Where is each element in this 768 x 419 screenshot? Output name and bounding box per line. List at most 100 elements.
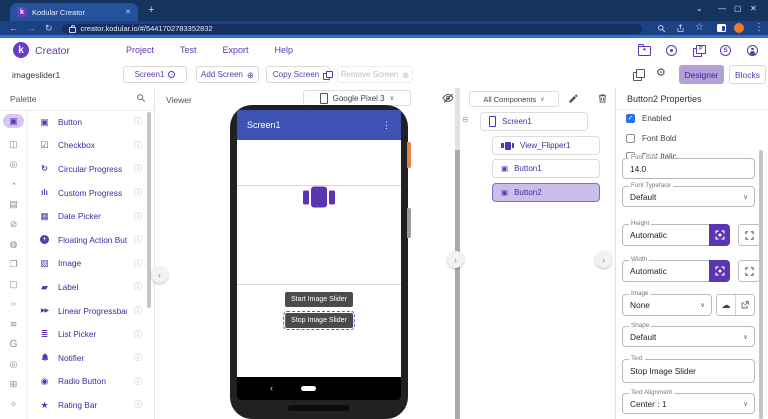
category-sensors-icon[interactable]: ⊘ [0,216,27,232]
device-selector[interactable]: Google Pixel 3 ∨ [303,90,411,106]
font-size-field[interactable]: Font Size 14.0 [622,154,755,179]
category-user-interface-icon[interactable]: ▣ [3,114,24,128]
palette-item-custom-progress[interactable]: ılı Custom Progress ⓘ [27,181,148,205]
expand-viewer-handle[interactable]: › [447,251,464,268]
screens-overview-icon[interactable] [633,69,645,81]
account-icon[interactable] [746,44,759,57]
new-tab-button[interactable]: + [148,4,154,16]
remove-screen-button[interactable]: Remove Screen ⊗ [337,66,413,83]
checkbox-unchecked-icon[interactable] [626,134,635,143]
info-icon[interactable]: ⓘ [134,211,142,222]
info-icon[interactable]: ⓘ [134,281,142,292]
browser-tab[interactable]: k Kodular Creator ✕ [10,3,138,21]
view-flipper-component[interactable] [303,186,335,208]
profile-avatar[interactable] [734,23,744,33]
tab-designer[interactable]: Designer [679,65,724,84]
info-icon[interactable]: ⓘ [134,234,142,245]
menu-test[interactable]: Test [180,45,197,55]
tree-item-button1[interactable]: ▣ Button1 [492,159,600,178]
info-icon[interactable]: ⓘ [134,305,142,316]
pages-icon[interactable]: P [692,44,706,57]
tab-blocks[interactable]: Blocks [729,65,766,84]
palette-item-list-picker[interactable]: ≣ List Picker ⓘ [27,322,148,346]
text-field[interactable]: Text Stop Image Slider [622,355,755,383]
window-minimize-button[interactable]: — [718,4,726,13]
category-social-icon[interactable]: ◍ [0,236,27,252]
open-image-button[interactable] [735,295,754,315]
window-close-button[interactable]: ✕ [750,4,757,13]
category-layout-icon[interactable]: ◫ [0,136,27,152]
height-field[interactable]: Height Automatic [622,220,730,246]
category-dynamic-icon[interactable]: ‹› [0,296,27,312]
tab-search-icon[interactable]: ⌄ [696,4,703,13]
palette-item-radio-button[interactable]: ◉ Radio Button ⓘ [27,370,148,394]
text-alignment-select[interactable]: Text Alignment Center : 1 ∨ [622,389,755,414]
height-expand-icon-button[interactable] [738,224,760,246]
menu-export[interactable]: Export [223,45,249,55]
category-experimental-icon[interactable]: ⊞ [0,376,27,392]
tree-collapse-icon[interactable]: ⊖ [462,115,469,124]
tab-close-icon[interactable]: ✕ [125,8,131,16]
phone-screen[interactable]: Screen1 ⋮ Start Image Slider Stop Image … [237,110,401,400]
community-icon[interactable] [665,44,678,57]
browser-forward-icon[interactable]: → [27,24,36,33]
menu-project[interactable]: Project [126,45,154,55]
info-icon[interactable]: ⓘ [134,187,142,198]
overflow-menu-icon[interactable]: ⋮ [382,120,391,131]
category-drawing-icon[interactable]: ◔ [0,176,27,192]
image-select[interactable]: Image None ∨ [622,290,712,316]
info-icon[interactable]: ⓘ [134,140,142,151]
enabled-checkbox[interactable]: ✓ Enabled [626,114,671,123]
tree-item-view-flipper1[interactable]: View_Flipper1 [492,136,600,155]
palette-scrollbar[interactable] [147,112,151,308]
font-typeface-select[interactable]: Font Typeface Default ∨ [622,182,755,207]
tree-item-screen1[interactable]: Screen1 [480,112,588,131]
category-extensions-icon[interactable]: ✧ [0,396,27,412]
stop-image-slider-button[interactable]: Stop Image Slider [282,310,356,331]
category-maps-icon[interactable]: ▤ [0,196,27,212]
browser-reload-icon[interactable]: ↻ [45,24,53,33]
palette-item-label[interactable]: ▰ Label ⓘ [27,275,148,299]
store-icon[interactable]: S [719,44,732,57]
info-icon[interactable]: ⓘ [134,116,142,127]
share-icon[interactable] [676,24,685,33]
tree-item-button2-selected[interactable]: ▣ Button2 [492,183,600,202]
width-expand-icon-button[interactable] [738,260,760,282]
browser-menu-icon[interactable]: ⋮ [754,23,764,33]
settings-gear-icon[interactable]: ⚙ [656,67,666,79]
info-icon[interactable]: ⓘ [134,329,142,340]
width-automatic-icon-button[interactable] [709,260,730,282]
collapse-palette-handle[interactable]: ‹ [151,266,168,283]
window-restore-button[interactable]: ▢ [734,4,742,13]
font-bold-checkbox[interactable]: Font Bold [626,134,676,143]
components-filter-dropdown[interactable]: All Components ∨ [469,91,559,107]
menu-help[interactable]: Help [275,45,294,55]
palette-item-rating-bar[interactable]: ★ Rating Bar ⓘ [27,393,148,417]
palette-item-floating-action-button[interactable]: + Floating Action Button ⓘ [27,228,148,252]
upload-image-button[interactable]: ☁ [717,295,735,315]
palette-item-notifier[interactable]: Notifier ⓘ [27,346,148,370]
palette-item-image[interactable]: ▧ Image ⓘ [27,252,148,276]
my-projects-icon[interactable]: ★ [637,43,651,57]
rename-pencil-icon[interactable] [568,93,579,104]
palette-item-date-picker[interactable]: ▦ Date Picker ⓘ [27,204,148,228]
kodular-logo[interactable]: k [13,42,29,58]
toggle-visibility-icon[interactable] [442,92,454,104]
side-panel-icon[interactable] [717,24,726,32]
start-image-slider-button[interactable]: Start Image Slider [284,292,354,307]
zoom-icon[interactable] [657,24,666,33]
category-monetization-icon[interactable]: ◎ [0,356,27,372]
copy-screen-button[interactable]: Copy Screen [266,66,333,83]
shape-select[interactable]: Shape Default ∨ [622,322,755,347]
screen-selector-button[interactable]: Screen1 ⌄ [123,66,187,83]
category-storage-icon[interactable]: ❐ [0,256,27,272]
bookmark-star-icon[interactable]: ☆ [695,23,704,33]
browser-back-icon[interactable]: ← [9,24,18,33]
palette-item-button[interactable]: ▣ Button ⓘ [27,110,148,134]
info-icon[interactable]: ⓘ [134,399,142,410]
info-icon[interactable]: ⓘ [134,376,142,387]
delete-trash-icon[interactable] [597,93,608,104]
width-field[interactable]: Width Automatic [622,256,730,282]
properties-scrollbar[interactable] [759,150,763,419]
collapse-components-handle[interactable]: › [595,251,612,268]
